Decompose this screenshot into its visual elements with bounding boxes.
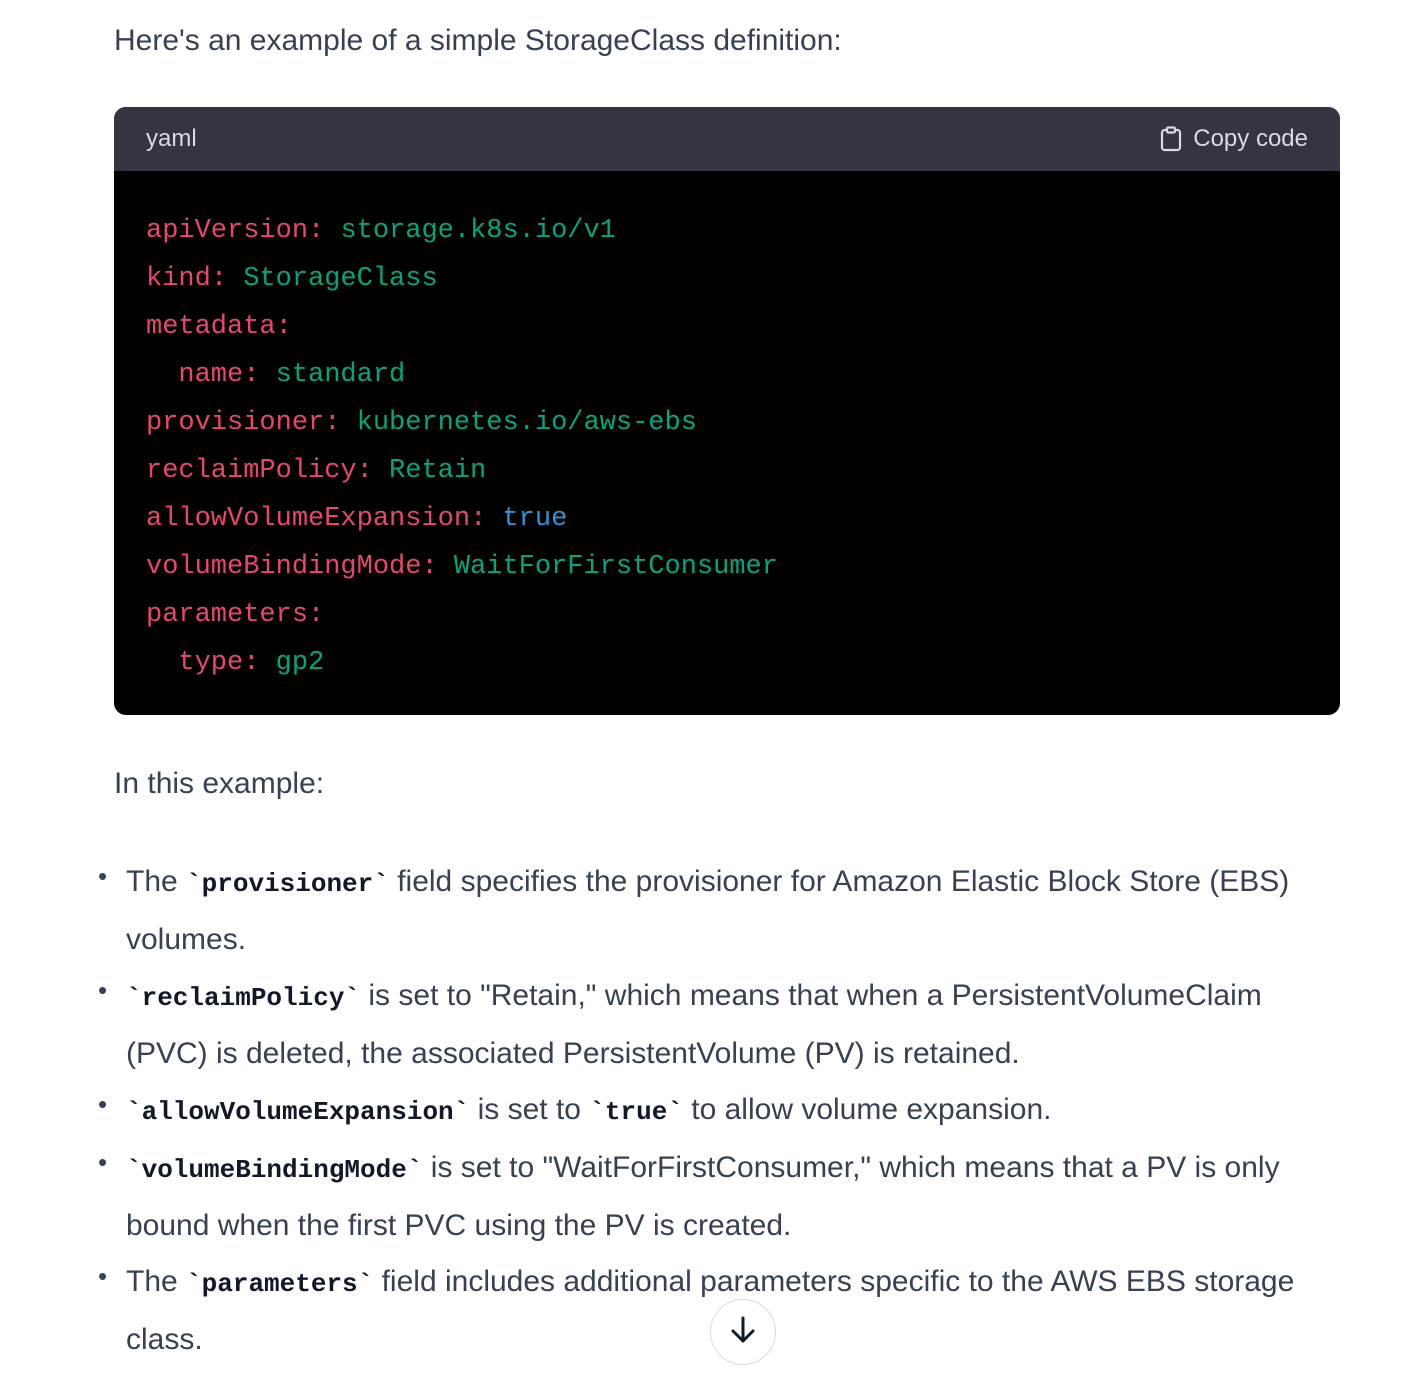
explanation-heading: In this example: [114,767,325,800]
inline-code: `volumeBindingMode` [126,1155,423,1185]
code-key: metadata [146,312,276,342]
intro-text: Here's an example of a simple StorageCla… [114,24,842,57]
code-line: parameters: [146,600,325,630]
scroll-to-bottom-button[interactable] [710,1299,776,1365]
code-header: yaml Copy code [114,107,1340,171]
code-key: parameters [146,600,309,630]
code-key: reclaimPolicy [146,456,357,486]
code-line: apiVersion: storage.k8s.io/v1 [146,216,616,246]
inline-code: `allowVolumeExpansion` [126,1097,470,1127]
clipboard-icon [1159,126,1183,152]
code-content: apiVersion: storage.k8s.io/v1 kind: Stora… [114,171,1340,687]
code-value: StorageClass [243,264,438,294]
list-item: The `provisioner` field specifies the pr… [98,848,1338,968]
code-value: Retain [389,456,487,486]
code-line: metadata: [146,312,292,342]
code-line: type: gp2 [178,648,325,678]
code-value: WaitForFirstConsumer [453,552,778,582]
code-line: kind: StorageClass [146,264,438,294]
code-line: reclaimPolicy: Retain [146,456,487,486]
code-value: kubernetes.io/aws-ebs [356,408,697,438]
list-item: `allowVolumeExpansion` is set to `true` … [98,1076,1338,1140]
code-key: apiVersion [146,216,309,246]
code-key: kind [146,264,211,294]
code-block: yaml Copy code apiVersion: storage.k8s.i… [114,107,1340,715]
inline-code: `parameters` [186,1269,374,1299]
inline-code: `provisioner` [186,869,389,899]
inline-code: `reclaimPolicy` [126,983,361,1013]
code-line: allowVolumeExpansion: true [146,504,568,534]
code-line: provisioner: kubernetes.io/aws-ebs [146,408,697,438]
explanation-list: The `provisioner` field specifies the pr… [98,848,1338,1368]
code-key: type [178,648,244,678]
inline-code: `true` [589,1097,683,1127]
code-value: storage.k8s.io/v1 [340,216,616,246]
list-item: `reclaimPolicy` is set to "Retain," whic… [98,962,1338,1082]
copy-code-button[interactable]: Copy code [1159,125,1308,153]
code-key: name [178,360,244,390]
code-key: provisioner [146,408,325,438]
list-item: `volumeBindingMode` is set to "WaitForFi… [98,1134,1338,1254]
code-value: true [502,504,568,534]
code-language-label: yaml [146,125,197,152]
arrow-down-icon [730,1315,756,1350]
copy-code-label: Copy code [1193,125,1308,152]
code-line: volumeBindingMode: WaitForFirstConsumer [146,552,778,582]
code-line: name: standard [178,360,406,390]
code-key: volumeBindingMode [146,552,422,582]
code-value: gp2 [275,648,325,678]
code-key: allowVolumeExpansion [146,504,471,534]
code-value: standard [275,360,406,390]
